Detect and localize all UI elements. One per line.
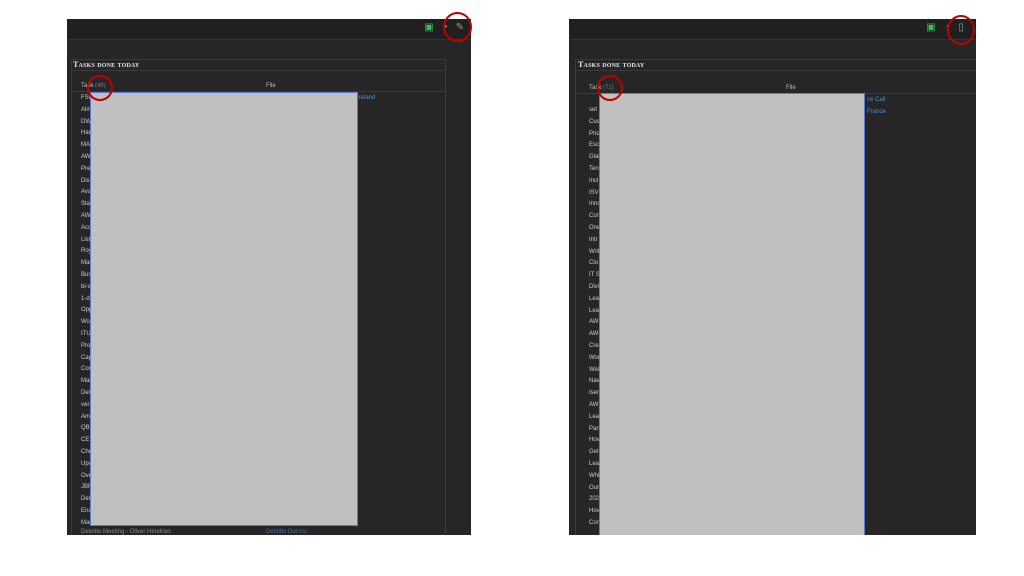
- task-row-prefix: List: [81, 236, 91, 243]
- task-row-prefix: Lea: [589, 413, 600, 420]
- left-bottom-row: Deloitte Meeting - Oliver Hendries: [81, 529, 172, 535]
- right-title-divider: [576, 70, 976, 71]
- task-row-prefix: Esc: [589, 142, 600, 149]
- right-section-title: Tasks done today: [578, 60, 645, 69]
- task-row-prefix: Lea: [589, 307, 600, 314]
- left-panel: ▣ ◔ ✎ Tasks done today Task (48) File FS…: [67, 19, 471, 535]
- left-file-link-ireland[interactable]: Ireland: [357, 95, 375, 101]
- annotation-circle-left-edit-icon: [443, 12, 472, 42]
- task-row-prefix: Ten: [589, 166, 599, 172]
- annotation-circle-right-task-header: [597, 75, 623, 101]
- task-row-prefix: Incl: [589, 177, 599, 184]
- annotation-circle-left-task-header: [87, 75, 113, 101]
- task-row-prefix: Clo: [589, 260, 599, 267]
- task-row-prefix: Lea: [589, 461, 600, 467]
- task-row-prefix: 202: [589, 496, 600, 503]
- task-row-prefix: set: [589, 107, 598, 113]
- annotation-circle-right-book-icon: [947, 15, 975, 45]
- right-file-link-2[interactable]: France: [867, 109, 886, 115]
- task-row-prefix: Our: [589, 484, 600, 491]
- task-row-prefix: Pric: [589, 130, 600, 137]
- task-row-prefix: Writ: [589, 248, 600, 255]
- left-toolbar: [67, 19, 471, 40]
- task-row-prefix: Lea: [589, 295, 600, 302]
- task-row-prefix: ISV: [589, 189, 599, 196]
- right-redaction-overlay: [599, 93, 865, 535]
- task-row-prefix: AW: [589, 331, 599, 338]
- task-row-prefix: AW: [589, 319, 599, 326]
- left-col-file[interactable]: File: [266, 83, 276, 89]
- task-row-prefix: AW: [589, 402, 599, 408]
- right-panel: ▣ ◔ ▯ Tasks done today Task (71) File se…: [569, 19, 976, 535]
- left-title-divider: [72, 70, 444, 71]
- right-col-file[interactable]: File: [786, 85, 796, 91]
- task-row-prefix: Cre: [589, 343, 599, 349]
- right-toolbar: [569, 19, 976, 40]
- task-row-prefix: Divi: [589, 284, 599, 290]
- left-section-title: Tasks done today: [73, 60, 140, 69]
- task-row-prefix: Get: [589, 449, 599, 456]
- task-row-prefix: Wel: [589, 366, 600, 373]
- task-row-prefix: Intr: [589, 236, 598, 243]
- task-row-prefix: Iser: [589, 390, 600, 397]
- clipboard-icon[interactable]: ▣: [423, 22, 435, 34]
- left-file-link-bottom[interactable]: Deloitte Dot Inc: [266, 529, 307, 535]
- right-file-link-1[interactable]: ce Cali: [867, 97, 885, 103]
- clipboard-icon[interactable]: ▣: [925, 22, 937, 34]
- task-row-prefix: Whi: [589, 472, 600, 479]
- left-redaction-overlay: [90, 92, 358, 526]
